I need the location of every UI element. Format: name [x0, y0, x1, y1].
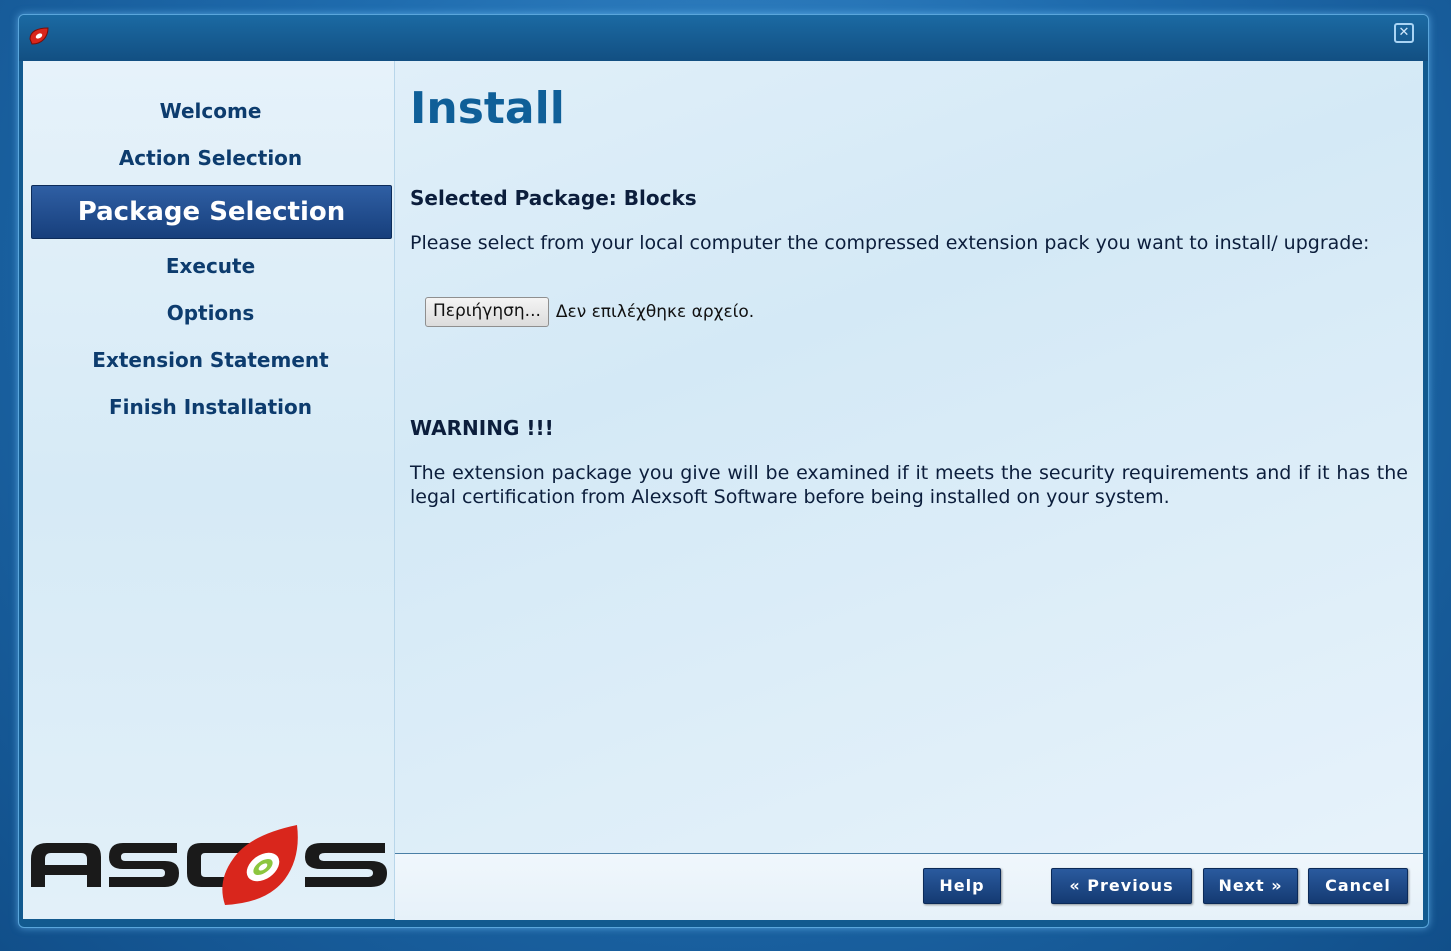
- app-icon: [29, 27, 49, 45]
- close-button[interactable]: ✕: [1394, 23, 1414, 43]
- browse-button[interactable]: Περιήγηση...: [425, 297, 549, 327]
- installer-window: ✕ Welcome Action Selection Package Selec…: [18, 14, 1429, 928]
- warning-text: The extension package you give will be e…: [410, 462, 1408, 508]
- button-bar: Help « Previous Next » Cancel: [395, 853, 1423, 920]
- sidebar-item-finish-installation[interactable]: Finish Installation: [31, 395, 390, 419]
- previous-button[interactable]: « Previous: [1051, 868, 1192, 904]
- client-area: Welcome Action Selection Package Selecti…: [23, 61, 1423, 920]
- file-status-text: Δεν επιλέχθηκε αρχείο.: [555, 302, 755, 322]
- sidebar-item-options[interactable]: Options: [31, 301, 390, 325]
- file-input: Περιήγηση... Δεν επιλέχθηκε αρχείο.: [425, 297, 754, 327]
- instruction-text: Please select from your local computer t…: [410, 232, 1370, 254]
- warning-title: WARNING !!!: [410, 416, 554, 440]
- sidebar-item-package-selection[interactable]: Package Selection: [31, 185, 392, 239]
- next-button[interactable]: Next »: [1203, 868, 1298, 904]
- sidebar-item-execute[interactable]: Execute: [31, 254, 390, 278]
- help-button[interactable]: Help: [923, 868, 1001, 904]
- sidebar-item-extension-statement[interactable]: Extension Statement: [31, 348, 390, 372]
- sidebar-item-action-selection[interactable]: Action Selection: [31, 146, 390, 170]
- cancel-button[interactable]: Cancel: [1308, 868, 1408, 904]
- sidebar-item-welcome[interactable]: Welcome: [31, 99, 390, 123]
- selected-package-label: Selected Package: Blocks: [410, 186, 697, 210]
- sidebar: Welcome Action Selection Package Selecti…: [23, 61, 395, 919]
- page-title: Install: [410, 83, 565, 134]
- content-panel: Install Selected Package: Blocks Please …: [395, 61, 1423, 853]
- title-bar[interactable]: ✕: [19, 15, 1428, 61]
- ascos-logo: [31, 825, 387, 905]
